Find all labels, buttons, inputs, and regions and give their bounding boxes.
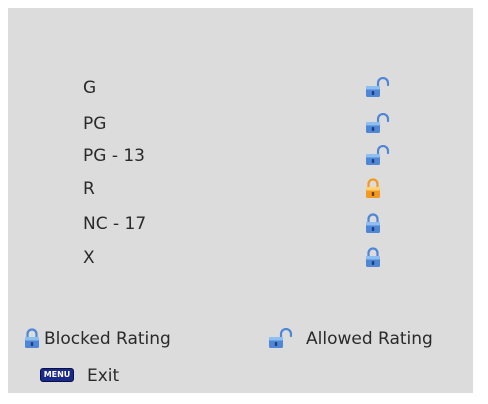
exit-label: Exit (87, 366, 120, 386)
locked-padlock-icon (363, 213, 391, 235)
rating-label: X (83, 248, 95, 268)
blocked-rating-label: Blocked Rating (44, 329, 171, 349)
menu-key-icon: MENU (40, 368, 74, 382)
rating-row-r[interactable]: R (8, 175, 473, 205)
screen: G PG PG - 13 R NC - 17 X Blocked Rating … (0, 0, 488, 404)
allowed-rating-label: Allowed Rating (306, 329, 433, 349)
locked-padlock-icon (363, 247, 391, 269)
legend-blocked: Blocked Rating (22, 326, 232, 352)
unlocked-padlock-icon (363, 77, 391, 99)
rating-label: NC - 17 (83, 214, 147, 234)
unlocked-padlock-icon (363, 113, 391, 135)
unlocked-padlock-icon (363, 145, 391, 167)
rating-label: PG - 13 (83, 146, 145, 166)
menu-key-label: MENU (43, 370, 71, 379)
rating-row-nc-17[interactable]: NC - 17 (8, 210, 473, 240)
rating-label: G (83, 78, 97, 98)
unlocked-padlock-icon (266, 327, 294, 354)
rating-label: R (83, 179, 95, 199)
rating-list: G PG PG - 13 R NC - 17 X (8, 8, 473, 288)
parental-lock-panel: G PG PG - 13 R NC - 17 X Blocked Rating … (8, 8, 473, 393)
rating-row-pg[interactable]: PG (8, 110, 473, 140)
exit-action[interactable]: MENU Exit (40, 365, 160, 389)
locked-padlock-icon (363, 178, 391, 200)
locked-padlock-icon (22, 328, 42, 354)
rating-row-pg-13[interactable]: PG - 13 (8, 142, 473, 172)
rating-row-g[interactable]: G (8, 74, 473, 104)
legend-allowed: Allowed Rating (266, 326, 466, 352)
rating-row-x[interactable]: X (8, 244, 473, 274)
rating-label: PG (83, 114, 107, 134)
